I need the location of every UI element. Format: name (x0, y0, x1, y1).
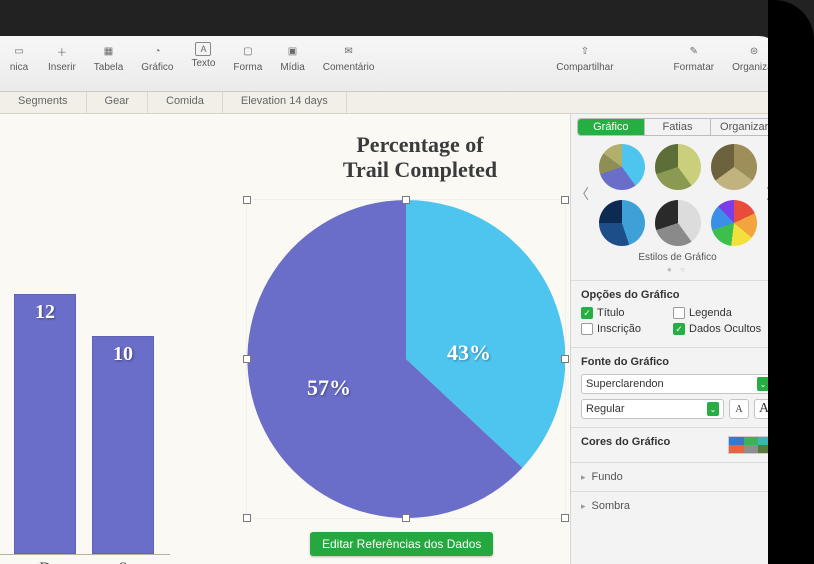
organize-button[interactable]: ⊜ Organizar (732, 42, 776, 73)
checkbox-titulo[interactable]: ✓Título (581, 307, 661, 319)
checkbox-dados-ocultos[interactable]: ✓Dados Ocultos (673, 323, 761, 335)
table-icon: ▦ (98, 42, 120, 60)
insert-button[interactable]: ＋ Inserir (48, 42, 76, 73)
sheet-tab-comida[interactable]: Comida (148, 92, 223, 113)
tab-grafico[interactable]: Gráfico (578, 119, 644, 135)
comment-button[interactable]: ✉ Comentário (323, 42, 375, 73)
toolbar: ▭ nica ＋ Inserir ▦ Tabela ◔ Gráfico A Te… (0, 36, 784, 92)
chevron-right-icon: ▸ (581, 472, 586, 483)
style-swatch-6[interactable] (711, 200, 757, 246)
bar-chart-partial: 12 10 D S (0, 214, 170, 564)
resize-handle[interactable] (402, 196, 410, 204)
font-family-select[interactable]: Superclarendon ⌄ (581, 374, 774, 394)
format-button[interactable]: ✎ Formatar (674, 42, 715, 73)
font-larger-button[interactable]: A (754, 399, 774, 419)
shape-icon: ▢ (237, 42, 259, 60)
view-icon: ▭ (8, 42, 30, 60)
format-inspector: Gráfico Fatias Organizar 〈 〉 Estilos de … (570, 114, 784, 564)
tab-organizar[interactable]: Organizar (710, 119, 777, 135)
resize-handle[interactable] (402, 514, 410, 522)
style-swatch-3[interactable] (711, 144, 757, 190)
chart-icon: ◔ (146, 42, 168, 60)
shape-button[interactable]: ▢ Forma (233, 42, 262, 73)
table-button[interactable]: ▦ Tabela (94, 42, 123, 73)
comment-icon: ✉ (338, 42, 360, 60)
resize-handle[interactable] (243, 514, 251, 522)
brush-icon: ✎ (683, 42, 705, 60)
font-smaller-button[interactable]: A (729, 399, 749, 419)
inspector-tabs: Gráfico Fatias Organizar (577, 118, 778, 136)
checkbox-legenda[interactable]: Legenda (673, 307, 753, 319)
image-icon: ▣ (282, 42, 304, 60)
resize-handle[interactable] (243, 196, 251, 204)
chart-colors-section: Cores do Gráfico (571, 427, 784, 462)
toolbar-cut-left: ▭ nica (8, 42, 30, 73)
sombra-disclosure[interactable]: ▸Sombra (571, 491, 784, 520)
caret-icon: ⌄ (707, 402, 719, 416)
bar-s: 10 (92, 336, 154, 554)
tab-fatias[interactable]: Fatias (644, 119, 711, 135)
checkbox-inscricao[interactable]: Inscrição (581, 323, 661, 335)
chart-button[interactable]: ◔ Gráfico (141, 42, 173, 73)
font-style-select[interactable]: Regular ⌄ (581, 399, 724, 419)
style-swatch-5[interactable] (655, 200, 701, 246)
sheet-tab-elevation[interactable]: Elevation 14 days (223, 92, 347, 113)
pie-chart-selection[interactable]: 43% 57% (246, 199, 566, 519)
style-swatch-2[interactable] (655, 144, 701, 190)
plus-icon: ＋ (51, 42, 73, 60)
page-dots-icon[interactable]: ● ○ (589, 265, 766, 274)
share-button[interactable]: ⇧ Compartilhar (556, 42, 613, 73)
chart-title: Percentage of Trail Completed (280, 132, 560, 183)
text-icon: A (195, 42, 211, 56)
media-button[interactable]: ▣ Mídia (280, 42, 304, 73)
organize-icon: ⊜ (743, 42, 765, 60)
pie-label-57: 57% (307, 375, 351, 401)
fundo-disclosure[interactable]: ▸Fundo (571, 462, 784, 491)
share-icon: ⇧ (574, 42, 596, 60)
chart-options-section: Opções do Gráfico ✓Título Legenda Inscri… (571, 280, 784, 347)
sheet-tab-segments[interactable]: Segments (0, 92, 87, 113)
bar-d: 12 (14, 294, 76, 554)
resize-handle[interactable] (561, 196, 569, 204)
resize-handle[interactable] (243, 355, 251, 363)
pie-label-43: 43% (447, 340, 491, 366)
color-palette-button[interactable] (728, 436, 774, 454)
styles-next-icon[interactable]: 〉 (766, 184, 780, 204)
edit-data-references-button[interactable]: Editar Referências dos Dados (310, 532, 493, 556)
sheet-tabs: Segments Gear Comida Elevation 14 days (0, 92, 784, 114)
sheet-tab-gear[interactable]: Gear (87, 92, 148, 113)
styles-prev-icon[interactable]: 〈 (575, 184, 589, 204)
chart-font-section: Fonte do Gráfico Superclarendon ⌄ Regula… (571, 347, 784, 427)
chart-styles: 〈 〉 Estilos de Gráfico ● ○ (571, 140, 784, 280)
style-swatch-4[interactable] (599, 200, 645, 246)
pie-chart[interactable] (247, 200, 565, 518)
chevron-right-icon: ▸ (581, 501, 586, 512)
resize-handle[interactable] (561, 355, 569, 363)
caret-icon: ⌄ (757, 377, 769, 391)
style-swatch-1[interactable] (599, 144, 645, 190)
canvas[interactable]: Percentage of Trail Completed 12 10 D S … (0, 114, 570, 564)
resize-handle[interactable] (561, 514, 569, 522)
text-button[interactable]: A Texto (192, 42, 216, 69)
